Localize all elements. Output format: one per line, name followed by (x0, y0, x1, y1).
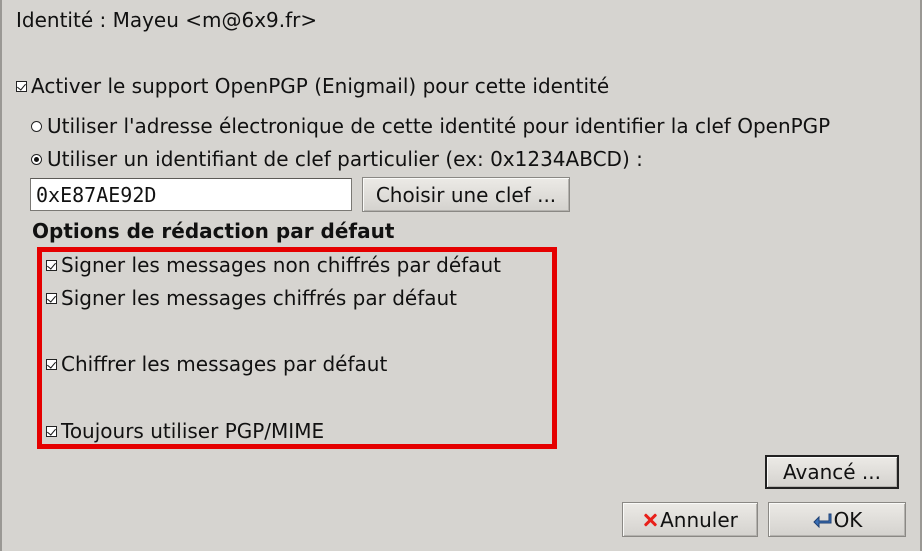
ok-button[interactable]: OK (768, 502, 906, 537)
sign-unencrypted-label: Signer les messages non chiffrés par déf… (61, 253, 501, 277)
identity-title: Identité : Mayeu <m@6x9.fr> (16, 8, 318, 32)
choose-key-button-label: Choisir une clef ... (375, 182, 557, 207)
radio-use-email[interactable] (31, 120, 42, 132)
composition-section-title: Options de rédaction par défaut (32, 219, 395, 243)
encrypt-checkbox[interactable] (46, 358, 57, 370)
radio-use-email-label: Utiliser l'adresse électronique de cette… (47, 114, 831, 138)
x-icon (642, 512, 658, 528)
cancel-button[interactable]: Annuler (622, 502, 758, 537)
sign-unencrypted-checkbox[interactable] (46, 259, 57, 271)
enable-openpgp-checkbox[interactable] (16, 80, 27, 92)
radio-use-key-id-label: Utiliser un identifiant de clef particul… (47, 147, 643, 171)
enable-openpgp-checkbox-row[interactable]: Activer le support OpenPGP (Enigmail) po… (16, 74, 609, 98)
radio-use-key-id-row[interactable]: Utiliser un identifiant de clef particul… (31, 147, 643, 171)
return-arrow-icon (812, 513, 832, 528)
radio-use-email-row[interactable]: Utiliser l'adresse électronique de cette… (31, 114, 830, 138)
advanced-button[interactable]: Avancé ... (765, 455, 899, 489)
ok-button-label: OK (833, 507, 863, 532)
option-encrypt-row[interactable]: Chiffrer les messages par défaut (46, 352, 387, 376)
window-frame-left (0, 0, 2, 551)
option-sign-encrypted-row[interactable]: Signer les messages chiffrés par défaut (46, 286, 457, 310)
advanced-button-label: Avancé ... (782, 460, 881, 484)
choose-key-button[interactable]: Choisir une clef ... (362, 177, 570, 212)
sign-encrypted-checkbox[interactable] (46, 292, 57, 304)
cancel-button-label: Annuler (660, 507, 738, 532)
pgp-mime-checkbox[interactable] (46, 425, 57, 437)
radio-use-key-id[interactable] (31, 153, 42, 165)
pgp-mime-label: Toujours utiliser PGP/MIME (61, 419, 325, 443)
option-pgp-mime-row[interactable]: Toujours utiliser PGP/MIME (46, 419, 324, 443)
enable-openpgp-label: Activer le support OpenPGP (Enigmail) po… (31, 74, 610, 98)
key-id-input[interactable] (30, 178, 352, 211)
option-sign-unencrypted-row[interactable]: Signer les messages non chiffrés par déf… (46, 253, 501, 277)
encrypt-label: Chiffrer les messages par défaut (61, 352, 388, 376)
sign-encrypted-label: Signer les messages chiffrés par défaut (61, 286, 458, 310)
